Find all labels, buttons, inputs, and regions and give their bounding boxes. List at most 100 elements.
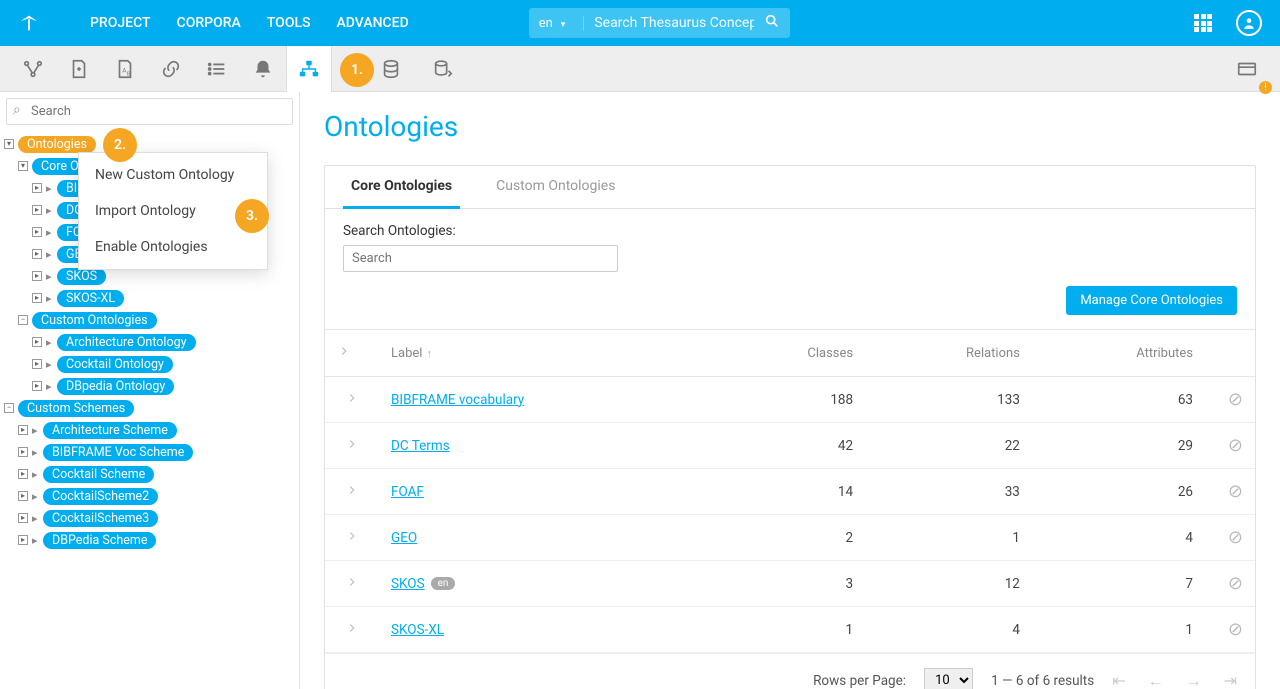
callout-2: 2.	[103, 128, 137, 162]
pager-first-icon[interactable]: ⇤	[1112, 671, 1125, 689]
row-expand-icon[interactable]	[325, 515, 379, 561]
tree-toggle[interactable]: ▸	[18, 425, 28, 435]
tree-toggle[interactable]: ▸	[32, 381, 42, 391]
tree-toggle[interactable]: ▸	[32, 227, 42, 237]
row-expand-icon[interactable]	[325, 561, 379, 607]
ctx-new-ontology[interactable]: New Custom Ontology	[79, 157, 267, 193]
tool-list-icon[interactable]	[194, 46, 240, 92]
ctx-enable-ontologies[interactable]: Enable Ontologies	[79, 229, 267, 265]
tool-doc-plus-icon[interactable]	[56, 46, 102, 92]
tree-item[interactable]: DBpedia Ontology	[57, 378, 174, 395]
ontology-link[interactable]: GEO	[391, 530, 417, 546]
cell-classes: 42	[716, 423, 865, 469]
nav-advanced[interactable]: ADVANCED	[337, 15, 409, 31]
tree-toggle[interactable]: ▸	[18, 447, 28, 457]
pager-last-icon[interactable]: ⇥	[1224, 671, 1237, 689]
tree-toggle[interactable]: ▸	[18, 535, 28, 545]
tool-graph-icon[interactable]	[10, 46, 56, 92]
tree-toggle[interactable]: ▸	[32, 183, 42, 193]
row-expand-icon[interactable]	[325, 377, 379, 423]
tool-link-icon[interactable]	[148, 46, 194, 92]
cell-relations: 33	[865, 469, 1032, 515]
tree-toggle[interactable]: ▸	[18, 491, 28, 501]
tree-toggle[interactable]: ▾	[18, 161, 28, 171]
tree-toggle[interactable]: ▸	[32, 205, 42, 215]
tree-ontologies[interactable]: Ontologies	[18, 136, 96, 153]
callout-1: 1.	[340, 53, 374, 87]
tree-item[interactable]: CocktailScheme3	[43, 510, 158, 527]
pager-summary: 1 — 6 of 6 results	[991, 673, 1094, 689]
tree-item[interactable]: SKOS	[57, 268, 106, 285]
tool-card-alert-icon[interactable]	[1224, 46, 1270, 92]
nav-project[interactable]: PROJECT	[90, 15, 151, 31]
tree-item[interactable]: Cocktail Ontology	[57, 356, 173, 373]
search-ontologies-input[interactable]	[343, 245, 618, 272]
col-attributes[interactable]: Attributes	[1032, 330, 1205, 377]
tree-item[interactable]: BIBFRAME Voc Scheme	[43, 444, 193, 461]
disable-icon[interactable]: ⊘	[1228, 527, 1243, 548]
nav-tools[interactable]: TOOLS	[267, 15, 311, 31]
disable-icon[interactable]: ⊘	[1228, 481, 1243, 502]
cell-relations: 22	[865, 423, 1032, 469]
apps-icon[interactable]	[1194, 14, 1212, 32]
tree-custom-schemes[interactable]: Custom Schemes	[18, 400, 134, 417]
lang-select[interactable]: en	[539, 16, 585, 31]
sidebar-search-input[interactable]	[6, 98, 293, 125]
disable-icon[interactable]: ⊘	[1228, 389, 1243, 410]
disable-icon[interactable]: ⊘	[1228, 619, 1243, 640]
top-bar: PROJECT CORPORA TOOLS ADVANCED en	[0, 0, 1280, 46]
callout-3: 3.	[235, 199, 269, 233]
table-row: GEO 2 1 4 ⊘	[325, 515, 1255, 561]
tree-item[interactable]: Architecture Ontology	[57, 334, 196, 351]
tree-item[interactable]: CocktailScheme2	[43, 488, 158, 505]
pager-prev-icon[interactable]: ←	[1148, 671, 1164, 689]
ontology-link[interactable]: SKOS	[391, 576, 425, 592]
logo-icon	[18, 12, 40, 34]
search-icon[interactable]	[764, 13, 780, 33]
global-search-input[interactable]	[584, 15, 764, 31]
tree-toggle[interactable]: ▸	[18, 513, 28, 523]
tool-hierarchy-icon[interactable]	[286, 46, 332, 92]
ontology-link[interactable]: BIBFRAME vocabulary	[391, 392, 524, 408]
sidebar: ▾Ontologies ▾Core Ontologies ▸▸BI▸▸DC▸▸F…	[0, 92, 300, 689]
tree-toggle[interactable]: ▾	[4, 139, 14, 149]
col-relations[interactable]: Relations	[865, 330, 1032, 377]
tool-bell-icon[interactable]	[240, 46, 286, 92]
tree-item[interactable]: DBPedia Scheme	[43, 532, 156, 549]
manage-core-ontologies-button[interactable]: Manage Core Ontologies	[1066, 286, 1237, 315]
cell-relations: 4	[865, 607, 1032, 653]
tree-item[interactable]: SKOS-XL	[57, 290, 124, 307]
disable-icon[interactable]: ⊘	[1228, 573, 1243, 594]
tree-toggle[interactable]: −	[18, 315, 28, 325]
tree-item[interactable]: Architecture Scheme	[43, 422, 177, 439]
user-icon[interactable]	[1236, 10, 1262, 36]
tool-db2-icon[interactable]	[420, 46, 466, 92]
tree-toggle[interactable]: ▸	[32, 271, 42, 281]
disable-icon[interactable]: ⊘	[1228, 435, 1243, 456]
row-expand-icon[interactable]	[325, 469, 379, 515]
sort-asc-icon: ↑	[426, 347, 432, 360]
tab-core-ontologies[interactable]: Core Ontologies	[343, 166, 460, 209]
ontology-link[interactable]: FOAF	[391, 484, 424, 500]
tool-doc-ab-icon[interactable]: AB	[102, 46, 148, 92]
ontology-link[interactable]: DC Terms	[391, 438, 450, 454]
pager-next-icon[interactable]: →	[1186, 671, 1202, 689]
tree-toggle[interactable]: −	[4, 403, 14, 413]
row-expand-icon[interactable]	[325, 607, 379, 653]
tree-custom-ontologies[interactable]: Custom Ontologies	[32, 312, 157, 329]
rows-per-page-select[interactable]: 10	[924, 668, 973, 689]
col-label[interactable]: Label↑	[379, 330, 716, 377]
tree-item[interactable]: Cocktail Scheme	[43, 466, 154, 483]
tree-toggle[interactable]: ▸	[32, 337, 42, 347]
tree-toggle[interactable]: ▸	[32, 293, 42, 303]
tree-toggle[interactable]: ▸	[32, 359, 42, 369]
nav-corpora[interactable]: CORPORA	[177, 15, 241, 31]
page-title: Ontologies	[324, 110, 1256, 143]
row-expand-icon[interactable]	[325, 423, 379, 469]
tab-custom-ontologies[interactable]: Custom Ontologies	[488, 166, 623, 208]
table-row: SKOS-XL 1 4 1 ⊘	[325, 607, 1255, 653]
col-classes[interactable]: Classes	[716, 330, 865, 377]
tree-toggle[interactable]: ▸	[18, 469, 28, 479]
tree-toggle[interactable]: ▸	[32, 249, 42, 259]
ontology-link[interactable]: SKOS-XL	[391, 622, 444, 638]
